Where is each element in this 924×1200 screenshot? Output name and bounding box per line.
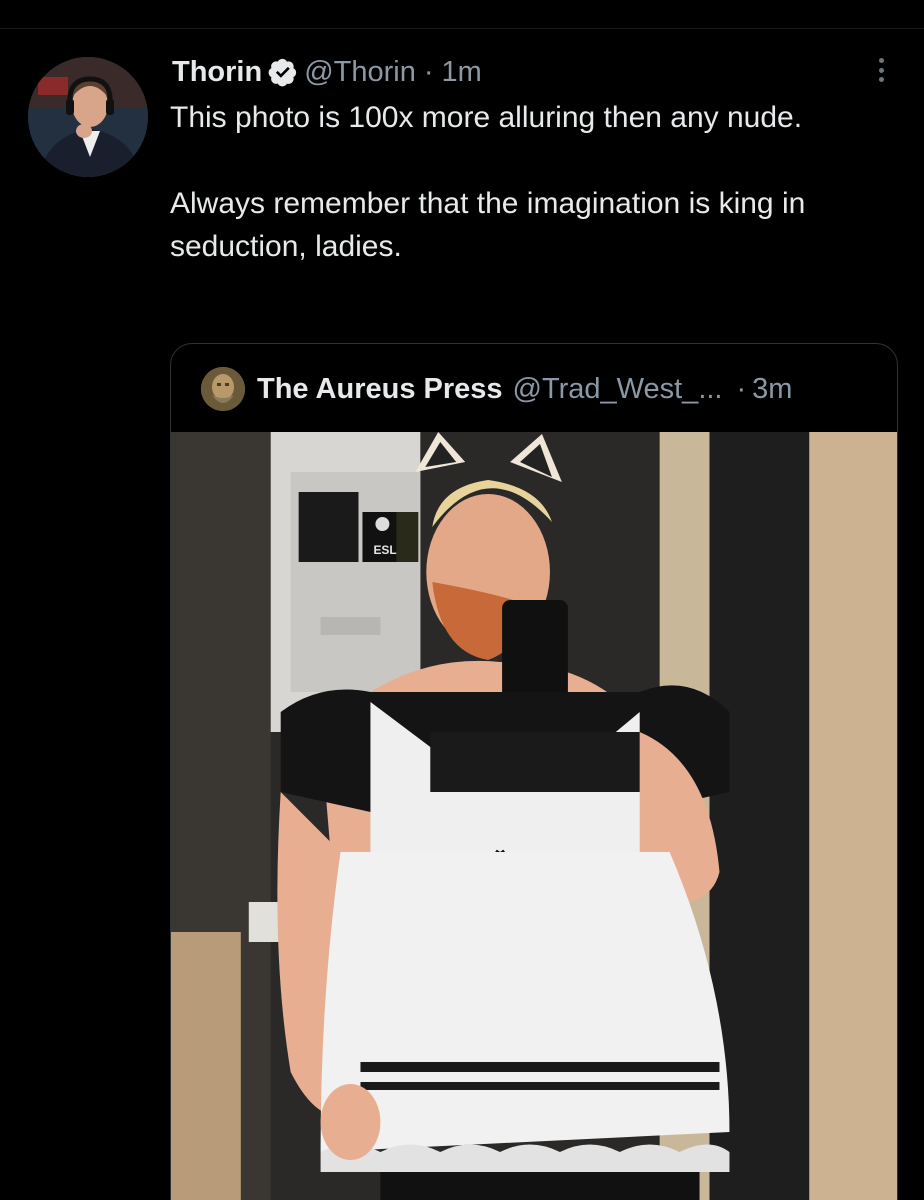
quoted-tweet-timestamp: 3m: [752, 372, 793, 405]
quoted-header-separator: ·: [736, 372, 747, 405]
top-divider: [0, 28, 924, 29]
quoted-tweet-header: The Aureus Press @Trad_West_... · 3m: [171, 344, 897, 434]
quoted-author-name: The Aureus Press: [257, 372, 503, 405]
quoted-tweet-card[interactable]: The Aureus Press @Trad_West_... · 3m ESL: [170, 343, 898, 1200]
tweet-text: This photo is 100x more alluring then an…: [170, 96, 900, 268]
verified-badge-icon: [268, 57, 298, 87]
mirror-selfie-photo: ESL: [171, 432, 897, 1200]
quoted-author-handle: @Trad_West_...: [512, 372, 723, 405]
more-dot: [878, 67, 884, 73]
author-handle[interactable]: @Thorin: [304, 56, 416, 89]
author-name[interactable]: Thorin: [172, 56, 262, 89]
tweet-text-paragraph-1: This photo is 100x more alluring then an…: [170, 101, 803, 134]
more-dot: [878, 77, 884, 82]
quoted-author-avatar: [201, 367, 245, 411]
more-dot: [878, 58, 884, 63]
tweet-timestamp[interactable]: 1m: [442, 56, 482, 89]
quoted-tweet-photo[interactable]: ESL: [171, 432, 897, 1200]
header-separator: ·: [423, 55, 434, 88]
esl-sign-text: ESL: [373, 543, 396, 557]
tweet-text-paragraph-2: Always remember that the imagination is …: [170, 187, 806, 263]
author-avatar[interactable]: [28, 57, 148, 177]
more-options-icon[interactable]: [870, 52, 892, 88]
author-avatar-image: [28, 57, 148, 177]
tweet-header: Thorin @Thorin · 1m: [172, 52, 482, 92]
